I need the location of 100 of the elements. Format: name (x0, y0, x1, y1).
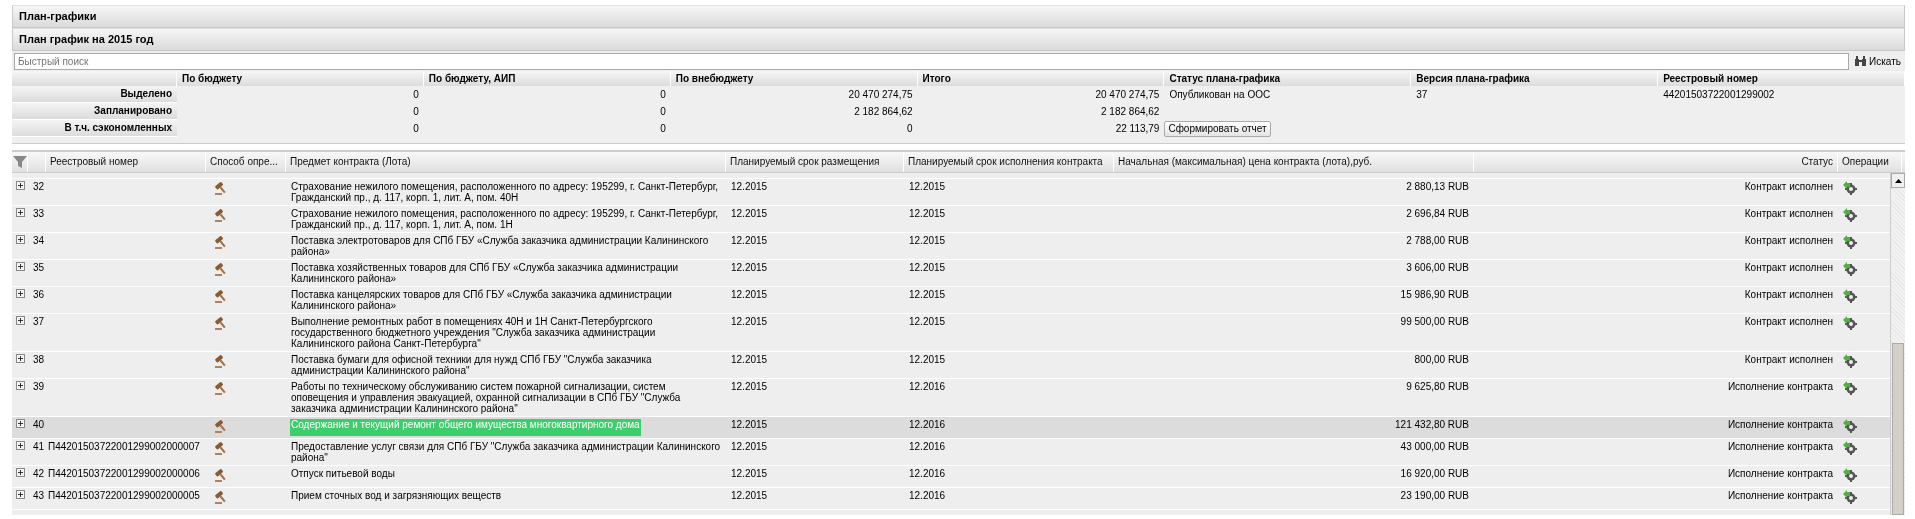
expand-icon[interactable] (16, 419, 25, 428)
gear-icon[interactable] (1843, 316, 1857, 330)
table-row[interactable]: 34 Поставка электротоваров для СПб ГБУ «Служба заказчика администрации Калининского района» 12.2015 12.2015 2 788,00 RUB Контракт исполнен (12, 233, 1890, 260)
expand-icon[interactable] (16, 316, 25, 325)
table-cell-text: Страхование нежилого помещения, расположенного по адресу: 195299, г. Санкт-Петербург, Гражданский пр., д. 117, корп. 1, лит. А, пом. 40Н (290, 181, 719, 203)
expand-icon[interactable] (16, 468, 25, 477)
table-cell-text: П44201503722001299002000007 (47, 441, 201, 454)
table-cell-text: Исполнение контракта (1726, 419, 1834, 432)
table-cell-text: Контракт исполнен (1743, 316, 1834, 329)
column-header: Реестровый номер (1658, 71, 1905, 86)
filter-icon[interactable] (12, 156, 27, 168)
column-header[interactable]: Статус (1474, 152, 1838, 172)
panel-title: План график на 2015 год (12, 28, 1905, 51)
table-cell-text: 0 (412, 105, 420, 119)
table-cell-text: 20 470 274,75 (847, 88, 914, 102)
gear-icon[interactable] (1843, 381, 1857, 395)
gear-icon[interactable] (1843, 441, 1857, 455)
table-row[interactable]: 41 П44201503722001299002000007 Предоставление услуг связи для СПб ГБУ "Служба заказчика администрации Калининского района" 12.2015 12.2016 43 000,00 RUB Исполнение контракта (12, 439, 1890, 466)
table-row[interactable]: 42 П44201503722001299002000006 Отпуск питьевой воды 12.2015 12.2016 16 920,00 RUB Исполнение контракта (12, 466, 1890, 488)
table-cell-text: Исполнение контракта (1726, 490, 1834, 503)
table-cell-text: 20 470 274,75 (1094, 88, 1161, 102)
search-field[interactable]: Быстрый поиск (14, 52, 1850, 70)
table-cell-text: 800,00 RUB (1413, 354, 1470, 367)
gavel-icon (214, 354, 228, 368)
gear-icon[interactable] (1843, 490, 1857, 504)
table-cell-text: 3 606,00 RUB (1405, 262, 1470, 275)
gavel-icon (214, 441, 228, 455)
table-row[interactable]: 33 Страхование нежилого помещения, расположенного по адресу: 195299, г. Санкт-Петербург, Гражданский пр., д. 117, корп. 1, лит. А, пом. 1Н 12.2015 12.2015 2 696,84 RUB Контракт исполнен (12, 206, 1890, 233)
table-cell-text: Поставка канцелярских товаров для СПб ГБУ «Служба заказчика администрации Калининского района» (290, 289, 673, 311)
column-header[interactable]: Планируемый срок исполнения контракта (904, 152, 1114, 172)
gear-icon[interactable] (1843, 354, 1857, 368)
row-number: 37 (32, 316, 46, 329)
column-header: Версия плана-графика (1411, 71, 1659, 86)
column-header[interactable]: Операции (1838, 152, 1902, 172)
table-cell-text: 12.2015 (730, 354, 769, 367)
expand-icon[interactable] (16, 262, 25, 271)
expand-icon[interactable] (16, 235, 25, 244)
table-cell-text: Исполнение контракта (1726, 381, 1834, 394)
column-header[interactable]: Начальная (максимальная) цена контракта (лота),руб. (1114, 152, 1474, 172)
row-number: 38 (32, 354, 46, 367)
expand-icon[interactable] (16, 181, 25, 190)
table-cell-text: Поставка электротоваров для СПб ГБУ «Служба заказчика администрации Калининского района» (290, 235, 710, 257)
expand-icon[interactable] (16, 289, 25, 298)
gear-icon[interactable] (1843, 181, 1857, 195)
column-header[interactable]: Способ опре... (206, 152, 286, 172)
scrollbar[interactable] (1890, 173, 1905, 515)
row-header: Запланировано (12, 103, 177, 120)
gear-icon[interactable] (1843, 419, 1857, 433)
gear-icon[interactable] (1843, 235, 1857, 249)
table-cell-text: Контракт исполнен (1743, 354, 1834, 367)
gear-icon[interactable] (1843, 208, 1857, 222)
table-row[interactable] (12, 379, 1890, 417)
table-cell-text: 2 182 864,62 (1100, 105, 1161, 119)
column-header[interactable]: Планируемый срок размещения (726, 152, 904, 172)
gear-icon[interactable] (1843, 289, 1857, 303)
table-cell-text: 12.2016 (908, 490, 947, 503)
row-number: 43 (32, 490, 46, 503)
table-row[interactable]: 35 Поставка хозяйственных товаров для СПб ГБУ «Служба заказчика администрации Калининского района» 12.2015 12.2015 3 606,00 RUB Контракт исполнен (12, 260, 1890, 287)
column-header: Статус плана-графика (1164, 71, 1412, 86)
column-header[interactable]: Реестровый номер (46, 152, 206, 172)
report-button[interactable]: Сформировать отчет (1164, 120, 1271, 137)
table-row[interactable] (12, 314, 1890, 352)
expand-icon[interactable] (16, 441, 25, 450)
table-cell-text: 0 (659, 122, 667, 136)
table-row[interactable]: 32 Страхование нежилого помещения, расположенного по адресу: 195299, г. Санкт-Петербург, Гражданский пр., д. 117, корп. 1, лит. А, пом. 40Н 12.2015 12.2015 2 880,13 RUB Контракт исполнен (12, 179, 1890, 206)
gavel-icon (214, 289, 228, 303)
table-cell-text: Контракт исполнен (1743, 181, 1834, 194)
table-cell-text: 12.2015 (908, 289, 947, 302)
table-row[interactable]: 36 Поставка канцелярских товаров для СПб ГБУ «Служба заказчика администрации Калининского района» 12.2015 12.2015 15 986,90 RUB Контракт исполнен (12, 287, 1890, 314)
table-cell-text: Предоставление услуг связи для СПб ГБУ "Служба заказчика администрации Калининского района" (290, 441, 722, 463)
table-cell-text: 12.2015 (908, 262, 947, 275)
up-arrow-icon[interactable] (1894, 178, 1902, 183)
row-number: 35 (32, 262, 46, 275)
expand-icon[interactable] (16, 354, 25, 363)
row-number: 32 (32, 181, 46, 194)
row-number: 41 (32, 441, 46, 454)
table-row[interactable]: 40 Содержание и текущий ремонт общего имущества многоквартирного дома 12.2015 12.2016 121 432,80 RUB Исполнение контракта (12, 417, 1890, 439)
table-cell-text: Отпуск питьевой воды (290, 468, 396, 481)
table-cell-text: 12.2016 (908, 468, 947, 481)
expand-icon[interactable] (16, 208, 25, 217)
gear-icon[interactable] (1843, 262, 1857, 276)
column-header[interactable]: Предмет контракта (Лота) (286, 152, 726, 172)
table-cell-text: 12.2015 (730, 381, 769, 394)
table-cell-text: Исполнение контракта (1726, 468, 1834, 481)
gavel-icon (214, 181, 228, 195)
gavel-icon (214, 235, 228, 249)
table-cell-text: 99 500,00 RUB (1399, 316, 1470, 329)
row-number: 40 (32, 419, 46, 432)
table-row[interactable]: 43 П44201503722001299002000005 Прием сточных вод и загрязняющих веществ 12.2015 12.2016 23 190,00 RUB Исполнение контракта (12, 488, 1890, 510)
expand-icon[interactable] (16, 490, 25, 499)
table-cell-text: 12.2015 (730, 235, 769, 248)
column-header: По бюджету (177, 71, 424, 86)
table-cell-text: 15 986,90 RUB (1399, 289, 1470, 302)
expand-icon[interactable] (16, 381, 25, 390)
gear-icon[interactable] (1843, 468, 1857, 482)
table-row[interactable]: 38 Поставка бумаги для офисной техники для нужд СПб ГБУ "Служба заказчика администрации Калининского района" 12.2015 12.2015 800,00 RUB Контракт исполнен (12, 352, 1890, 379)
table-cell-text: 12.2015 (730, 419, 769, 432)
row-header: В т.ч. сэкономленных (12, 120, 177, 137)
search-button[interactable]: Искать (1853, 54, 1903, 68)
table-cell-text: Прием сточных вод и загрязняющих веществ (290, 490, 503, 503)
